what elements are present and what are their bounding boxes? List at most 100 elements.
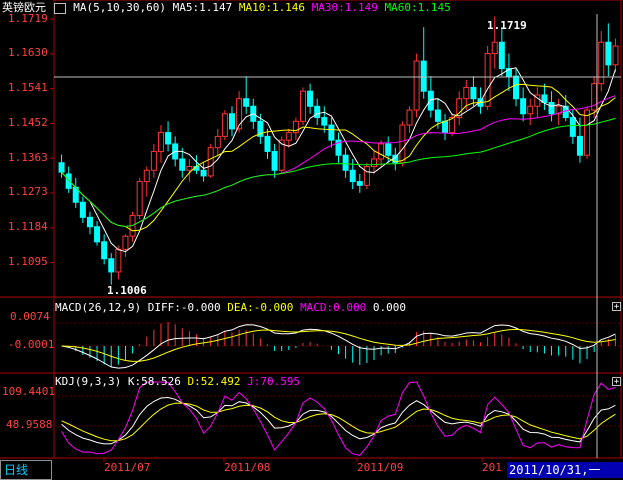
candle-body: [342, 154, 349, 171]
candle-body: [420, 60, 427, 92]
candle-body: [427, 90, 434, 111]
ma-icon: [53, 2, 66, 14]
candle-body: [186, 166, 193, 171]
candlestick-series: [58, 16, 619, 285]
candle-body: [214, 135, 221, 149]
candle-body: [434, 109, 441, 122]
candle-body: [136, 181, 143, 216]
candle-body: [307, 90, 314, 107]
crosshair-date: 2011/10/31,一: [507, 462, 623, 478]
candle-body: [157, 132, 164, 152]
price-chart[interactable]: [0, 0, 623, 480]
candle-body: [605, 41, 612, 66]
kdj-indicator: [61, 381, 616, 457]
candle-body: [413, 60, 420, 111]
j-line: [61, 381, 616, 457]
x-tick: 2011/07: [104, 461, 151, 474]
y-tick: 1.1363: [8, 151, 48, 164]
candle-body: [165, 132, 172, 145]
candle-body: [86, 216, 93, 228]
candle-body: [527, 105, 534, 115]
candle-body: [200, 169, 207, 177]
y-tick: 1.1184: [8, 220, 48, 233]
candle-body: [79, 201, 86, 218]
candle-body: [498, 41, 505, 70]
ma60-value: MA60:1.145: [384, 1, 451, 14]
candle-body: [321, 117, 328, 126]
candle-body: [207, 147, 214, 177]
candle-body: [399, 124, 406, 164]
candle-body: [236, 98, 243, 130]
y-tick: 1.1719: [8, 12, 48, 25]
kdj-k: K:58.526: [127, 375, 181, 388]
chart-frame: [0, 0, 623, 462]
macd-indicator: [61, 322, 616, 369]
candle-body: [115, 248, 122, 273]
candle-body: [470, 86, 477, 100]
x-tick: 201: [482, 461, 502, 474]
candle-body: [65, 173, 72, 189]
x-tick: 2011/09: [357, 461, 404, 474]
candle-body: [228, 113, 235, 130]
candle-body: [569, 117, 576, 137]
candle-body: [356, 181, 363, 186]
candle-body: [378, 143, 385, 160]
ma-params: MA(5,10,30,60): [73, 1, 166, 14]
candle-body: [576, 135, 583, 156]
expand-icon[interactable]: +: [612, 302, 621, 312]
kdj-y-tick: 48.9588: [6, 418, 53, 431]
candle-body: [101, 241, 108, 260]
candle-body: [94, 226, 101, 243]
candle-body: [243, 98, 250, 107]
y-tick: 1.1273: [8, 185, 48, 198]
macd-dea: DEA:-0.000: [227, 301, 294, 314]
candle-body: [150, 150, 157, 171]
macd-diff: DIFF:-0.000: [147, 301, 221, 314]
candle-body: [463, 86, 470, 100]
macd-value: MACD:0.000: [300, 301, 367, 314]
x-tick: 2011/08: [224, 461, 271, 474]
kdj-params: KDJ(9,3,3): [55, 375, 122, 388]
candle-body: [299, 90, 306, 122]
candle-body: [520, 98, 527, 115]
expand-icon[interactable]: +: [612, 377, 621, 387]
y-tick: 1.1095: [8, 255, 48, 268]
candle-body: [385, 143, 392, 156]
kdj-y-tick: 109.4401: [2, 385, 55, 398]
candle-body: [271, 150, 278, 171]
low-annotation: 1.1006: [107, 284, 147, 297]
y-tick: 1.1452: [8, 116, 48, 129]
candle-body: [179, 158, 186, 171]
candle-body: [122, 235, 129, 250]
candle-body: [612, 45, 619, 66]
candle-body: [221, 113, 228, 137]
candle-body: [328, 124, 335, 141]
macd-params: MACD(26,12,9): [55, 301, 142, 314]
ma10-value: MA10:1.146: [238, 1, 306, 14]
candle-body: [363, 166, 370, 186]
candle-body: [314, 105, 321, 119]
kdj-j: J:70.595: [247, 375, 301, 388]
candle-body: [371, 158, 378, 168]
candle-body: [548, 101, 555, 115]
high-annotation: 1.1719: [487, 19, 527, 32]
candle-body: [143, 169, 150, 183]
candle-body: [584, 109, 591, 156]
ma5-value: MA5:1.147: [172, 1, 233, 14]
macd-y-tick: -0.0001: [8, 338, 55, 351]
macd-extra: 0.000: [372, 301, 407, 314]
candle-body: [58, 162, 65, 173]
candle-body: [264, 135, 271, 152]
candle-body: [406, 109, 413, 126]
y-tick: 1.1541: [8, 81, 48, 94]
period-tab-daily[interactable]: 日线: [0, 460, 52, 480]
kdj-d: D:52.492: [187, 375, 241, 388]
k-line: [61, 396, 616, 445]
y-tick: 1.1630: [8, 46, 48, 59]
candle-body: [442, 120, 449, 134]
candle-body: [108, 258, 115, 273]
ma30-value: MA30:1.149: [311, 1, 378, 14]
candle-body: [491, 41, 498, 55]
candle-body: [484, 53, 491, 107]
candle-body: [349, 169, 356, 183]
